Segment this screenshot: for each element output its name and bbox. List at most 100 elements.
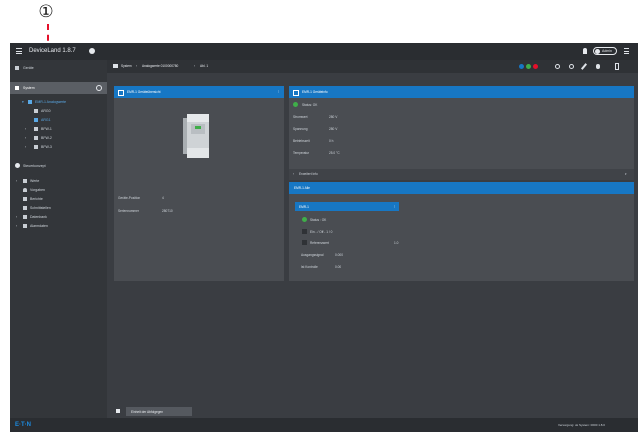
edit-icon[interactable] — [580, 63, 588, 70]
breadcrumb-separator: › — [136, 64, 138, 68]
sidebar-item-label: Datenbank — [30, 215, 47, 219]
breadcrumb-item[interactable]: Abl. 1 — [200, 64, 208, 68]
sidebar-item-label: Alarmdaten — [30, 224, 48, 228]
sidebar-item-label: System — [23, 86, 35, 90]
database-icon — [23, 215, 27, 219]
sidebar-item-database[interactable]: › Datenbank — [10, 213, 107, 222]
breadcrumb-separator: › — [194, 64, 196, 68]
tree-item-label: EMR-1 Analogwerte — [35, 100, 67, 104]
channel-row-label: Ein - / Off - 1 / 0 — [310, 230, 333, 234]
device-icon[interactable] — [615, 63, 619, 70]
values-icon — [23, 179, 27, 183]
field-key: Seriennummer — [118, 209, 139, 213]
channels-body: EMR-1 ⋮ Status : OK Ein - / Off - 1 / 0 … — [289, 194, 634, 281]
expander-label: Erweitert Info — [299, 172, 318, 176]
channel-row-label: Ausgangssignal — [301, 253, 324, 257]
user-label: Admin — [602, 49, 612, 53]
chevron-right-icon: › — [293, 172, 295, 176]
sidebar-item-label: Schnittstellen — [30, 206, 51, 210]
brand-logo: E·T·N — [15, 422, 31, 428]
chevron-right-icon: › — [16, 179, 18, 183]
more-menu-icon[interactable] — [624, 48, 629, 54]
sidebar-item-defaults[interactable]: Vorgaben — [10, 186, 107, 195]
status-indicator-blue[interactable] — [519, 64, 524, 69]
sidebar-item-label: Werte — [30, 179, 40, 183]
device-illustration — [183, 114, 209, 158]
menu-icon[interactable] — [16, 48, 22, 54]
sidebar-item-reports[interactable]: Berichte — [10, 195, 107, 204]
tree-item-arg1[interactable]: ARG1 — [10, 116, 107, 125]
tree-item-bfw2[interactable]: › BFW-2 — [10, 134, 107, 143]
tree-item-emr1[interactable]: ▾ EMR-1 Analogwerte — [10, 98, 107, 107]
channel-row-value: 0.000 — [335, 253, 343, 257]
more-icon[interactable]: ⋮ — [393, 204, 396, 208]
device-overview-body: Geräte-Position 4 Seriennummer 280710 — [114, 98, 284, 281]
chevron-down-icon: ▾ — [625, 172, 627, 176]
channel-row-value[interactable]: 1.0 — [394, 241, 398, 245]
channel-card-header: EMR-1 ⋮ — [295, 202, 399, 211]
toggle-icon[interactable] — [302, 229, 307, 234]
field-value: 4 — [162, 196, 164, 200]
control-icon — [15, 163, 20, 168]
pin-icon[interactable] — [596, 64, 600, 69]
sidebar-item-system[interactable]: System — [10, 82, 107, 94]
tree-item-arg0[interactable]: ARG0 — [10, 107, 107, 116]
report-icon — [23, 197, 27, 201]
field-value: 280710 — [162, 209, 173, 213]
sidebar-item-values[interactable]: › Werte — [10, 177, 107, 186]
user-menu[interactable]: Admin — [593, 47, 617, 55]
breadcrumb-item[interactable]: System — [121, 64, 132, 68]
module-icon — [34, 127, 38, 131]
app-title: DeviceLand 1.8.7 — [29, 48, 76, 54]
status-indicator-green[interactable] — [526, 64, 531, 69]
unit-button[interactable]: Einheit der Abfolgegen — [126, 407, 192, 416]
expander-row[interactable]: › Erweitert Info ▾ — [289, 169, 634, 180]
status-indicator-red[interactable] — [533, 64, 538, 69]
channel-row-value: 0.00 — [335, 265, 342, 269]
bell-icon[interactable] — [583, 48, 587, 54]
tree-item-bfw1[interactable]: › BFW-1 — [10, 125, 107, 134]
status-ok-icon — [302, 217, 307, 222]
tree-item-label: ARG0 — [41, 109, 51, 113]
status-info: Versorgung: ok System: 0000 1.8.0 — [558, 423, 605, 427]
channel-row-label: Referenzwert — [310, 241, 329, 245]
field-value: 280 V — [329, 127, 338, 131]
alarm-icon — [23, 224, 27, 228]
refresh-icon[interactable] — [555, 64, 560, 69]
chevron-right-icon: › — [25, 145, 27, 149]
chevron-down-icon: ▾ — [22, 100, 24, 104]
status-bar: E·T·N Versorgung: ok System: 0000 1.8.0 — [10, 418, 638, 432]
sidebar-item-devices[interactable]: Geräte — [10, 64, 107, 73]
sidebar-item-interfaces[interactable]: Schnittstellen — [10, 204, 107, 213]
channel-row-label: Status : OK — [310, 218, 327, 222]
top-bar: DeviceLand 1.8.7 Admin — [10, 43, 638, 60]
search-icon[interactable] — [96, 85, 102, 91]
callout-marker: ① — [36, 2, 56, 22]
breadcrumb-item[interactable]: Analogwerte 0100000780 — [142, 64, 178, 68]
status-ok-icon — [293, 102, 298, 107]
chevron-right-icon: › — [25, 136, 27, 140]
channel-icon — [34, 109, 38, 113]
field-key: Stromwert — [293, 115, 308, 119]
sidebar-item-alarms[interactable]: › Alarmdaten — [10, 222, 107, 231]
user-avatar-icon — [595, 49, 600, 54]
interface-icon — [23, 206, 27, 210]
field-value: 280 V — [329, 115, 338, 119]
channels-header: EMR-1 Alle — [289, 182, 634, 194]
panel-title: EMR-1 Alle — [294, 186, 310, 190]
folder-icon — [113, 64, 118, 68]
module-icon — [28, 100, 32, 104]
device-overview-header: EMR-1 Geräteübersicht ⋮ — [114, 86, 284, 98]
device-info-header: EMR-1 Geräteinfo — [289, 86, 634, 98]
setpoint-icon — [302, 240, 307, 245]
reset-icon[interactable] — [569, 64, 574, 69]
sidebar: Geräte System ▾ EMR-1 Analogwerte ARG0 A… — [10, 60, 107, 418]
device-icon — [118, 90, 124, 96]
sidebar-section-control[interactable]: Steuerkonzept — [10, 160, 107, 172]
tree-item-label: BFW-1 — [41, 127, 52, 131]
more-icon[interactable]: ⋮ — [277, 89, 280, 93]
breadcrumb-bar: System › Analogwerte 0100000780 › Abl. 1 — [107, 60, 638, 73]
device-info-body: Status: OK Stromwert 280 V Spannung 280 … — [289, 98, 634, 169]
device-icon — [293, 90, 299, 96]
tree-item-bfw3[interactable]: › BFW-3 — [10, 143, 107, 152]
